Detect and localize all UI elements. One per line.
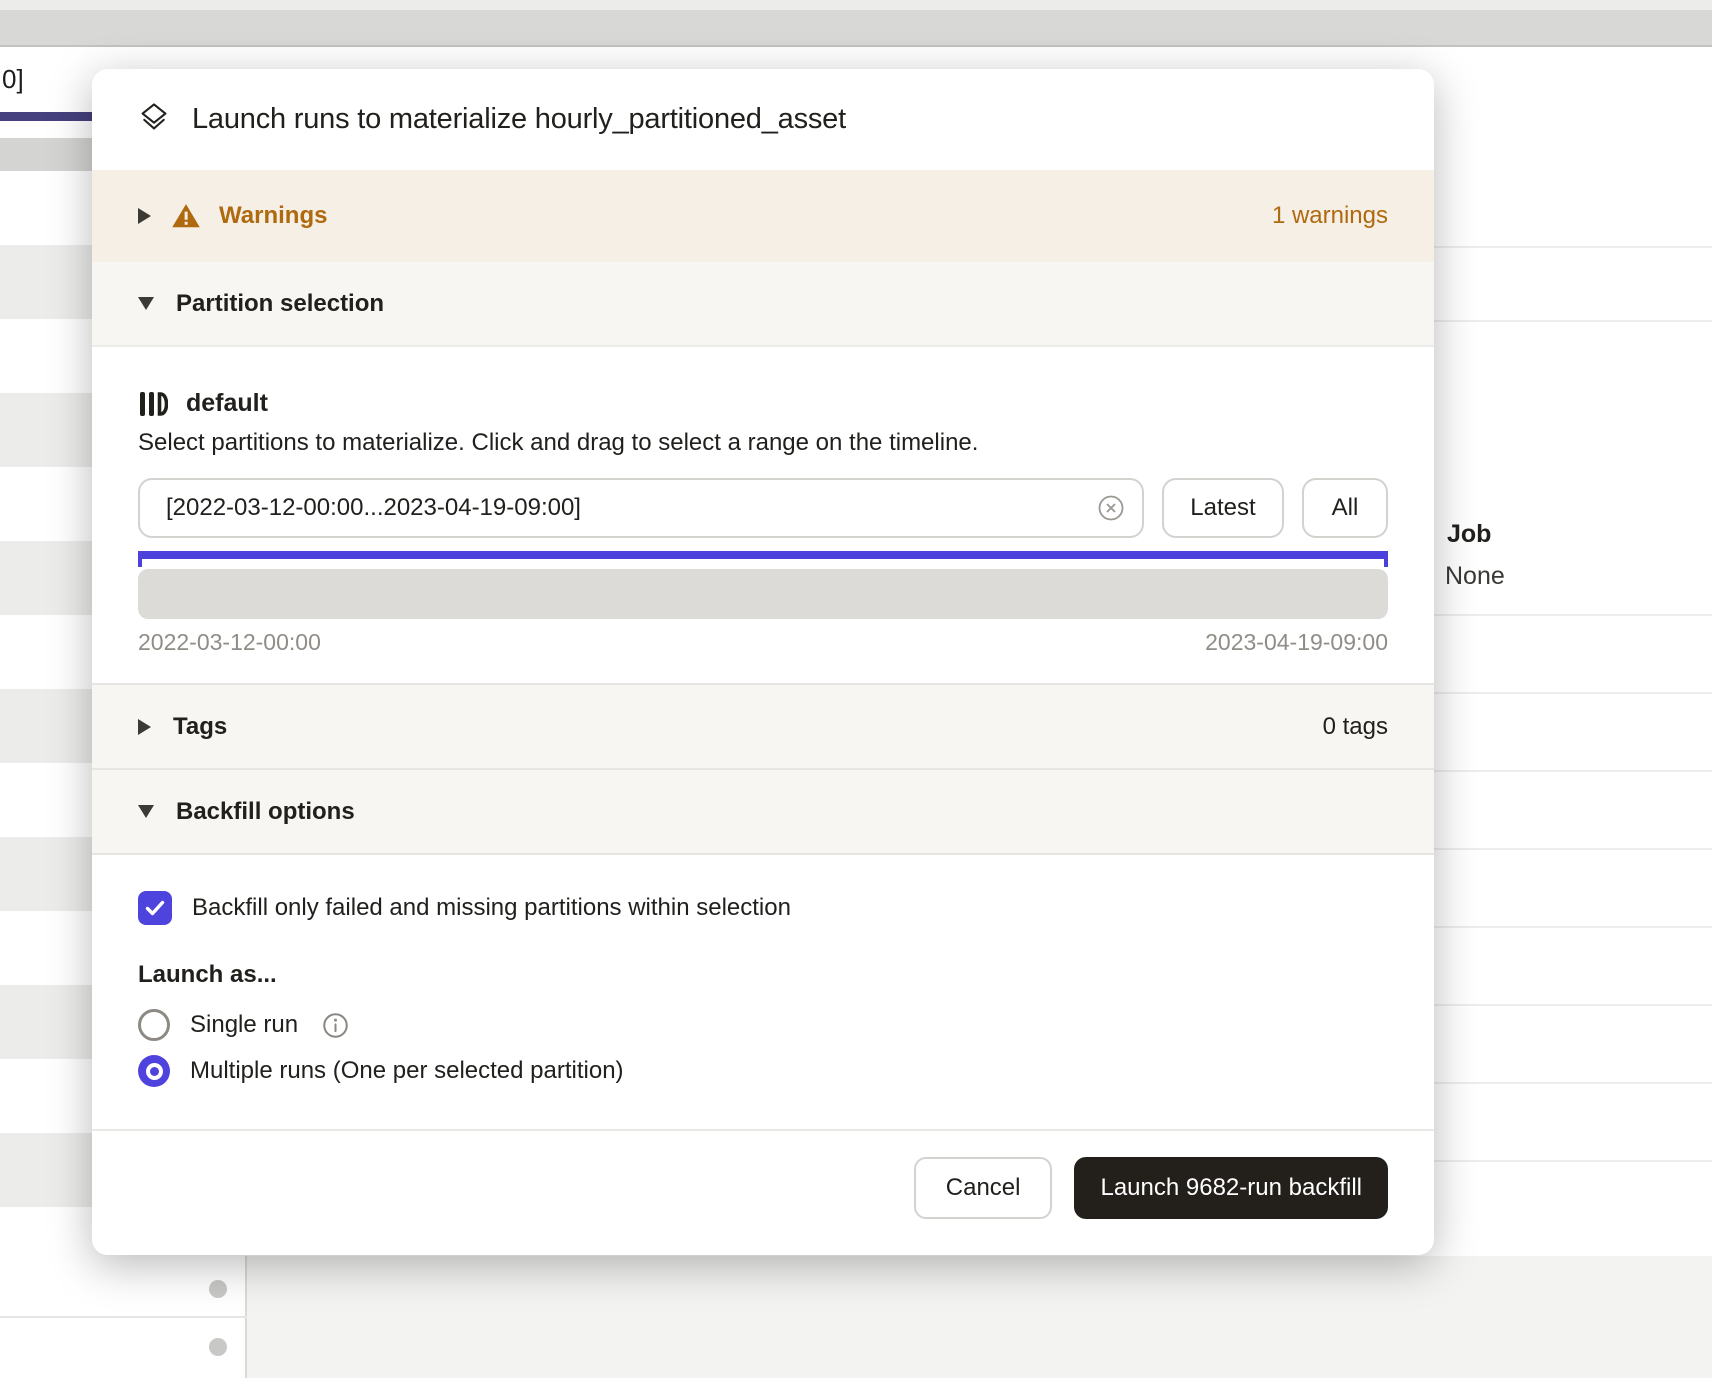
- background-bottom-area: [247, 1256, 1712, 1378]
- backfill-only-failed-checkbox[interactable]: [138, 891, 172, 925]
- background-table-rows-left: [0, 171, 92, 1256]
- cancel-button[interactable]: Cancel: [914, 1157, 1053, 1219]
- chevron-down-icon: [138, 297, 154, 310]
- background-row-divider: [0, 1316, 247, 1318]
- tags-section-header[interactable]: Tags 0 tags: [92, 683, 1434, 770]
- dimension-row: default: [138, 387, 1388, 420]
- info-icon[interactable]: [322, 1012, 349, 1039]
- warnings-section-header[interactable]: Warnings 1 warnings: [92, 170, 1434, 262]
- timeline-date-row: 2022-03-12-00:00 2023-04-19-09:00: [138, 629, 1388, 657]
- latest-button[interactable]: Latest: [1162, 478, 1284, 538]
- dialog-header: Launch runs to materialize hourly_partit…: [92, 69, 1434, 170]
- partition-set-icon: [138, 389, 168, 419]
- multiple-runs-radio[interactable]: [138, 1055, 170, 1087]
- clear-input-icon[interactable]: [1098, 495, 1124, 521]
- timeline-start-label: 2022-03-12-00:00: [138, 629, 321, 657]
- partition-range-row: Latest All: [138, 478, 1388, 538]
- warnings-count: 1 warnings: [1272, 202, 1388, 230]
- chevron-right-icon: [138, 208, 151, 224]
- background-truncated-text: 0]: [2, 64, 24, 95]
- single-run-radio[interactable]: [138, 1009, 170, 1041]
- tags-count: 0 tags: [1323, 713, 1388, 741]
- range-end-tick: [1384, 551, 1388, 567]
- backfill-only-failed-label: Backfill only failed and missing partiti…: [192, 894, 791, 922]
- launch-backfill-dialog: Launch runs to materialize hourly_partit…: [92, 69, 1434, 1255]
- background-bottom-left-column: [0, 1256, 247, 1378]
- background-table-band: [0, 138, 92, 171]
- all-button[interactable]: All: [1302, 478, 1388, 538]
- backfill-options-body: Backfill only failed and missing partiti…: [92, 855, 1434, 1129]
- dialog-footer: Cancel Launch 9682-run backfill: [92, 1129, 1434, 1255]
- background-status-dot: [209, 1280, 227, 1298]
- partition-selection-track[interactable]: [138, 551, 1388, 567]
- background-table-right: [1434, 47, 1712, 1256]
- launch-as-label: Launch as...: [138, 961, 1388, 991]
- partition-helper-text: Select partitions to materialize. Click …: [138, 428, 1388, 458]
- background-header-band: [0, 10, 1712, 47]
- partition-selection-label: Partition selection: [176, 290, 384, 318]
- backfill-options-section-header[interactable]: Backfill options: [92, 770, 1434, 855]
- partition-range-input[interactable]: [138, 478, 1144, 538]
- dimension-name: default: [186, 389, 268, 418]
- background-status-dot: [209, 1338, 227, 1356]
- multiple-runs-label: Multiple runs (One per selected partitio…: [190, 1057, 624, 1085]
- background-job-column-header: Job: [1447, 520, 1491, 549]
- materialize-icon: [138, 101, 170, 138]
- warnings-label: Warnings: [219, 202, 327, 230]
- timeline-end-label: 2023-04-19-09:00: [1205, 629, 1388, 657]
- backfill-only-failed-row: Backfill only failed and missing partiti…: [138, 891, 1388, 925]
- background-job-column-value: None: [1445, 562, 1505, 591]
- partition-timeline[interactable]: [138, 569, 1388, 619]
- range-start-tick: [138, 551, 142, 567]
- chevron-down-icon: [138, 805, 154, 818]
- single-run-option-row: Single run: [138, 1009, 1388, 1041]
- dialog-title: Launch runs to materialize hourly_partit…: [192, 103, 846, 136]
- multiple-runs-option-row: Multiple runs (One per selected partitio…: [138, 1055, 1388, 1087]
- backfill-options-label: Backfill options: [176, 798, 355, 826]
- single-run-label: Single run: [190, 1011, 298, 1039]
- launch-backfill-button[interactable]: Launch 9682-run backfill: [1074, 1157, 1388, 1219]
- tags-label: Tags: [173, 713, 227, 741]
- chevron-right-icon: [138, 719, 151, 735]
- background-top-strip: [0, 0, 1712, 10]
- warning-triangle-icon: [171, 201, 201, 231]
- partition-range-input-wrap: [138, 478, 1144, 538]
- partition-selection-section-header[interactable]: Partition selection: [92, 262, 1434, 347]
- selected-range-bar: [138, 551, 1388, 559]
- partition-selection-body: default Select partitions to materialize…: [92, 347, 1434, 683]
- background-selected-row-bar: [0, 112, 92, 121]
- page: 0] Job None Launch runs to: [0, 0, 1712, 1378]
